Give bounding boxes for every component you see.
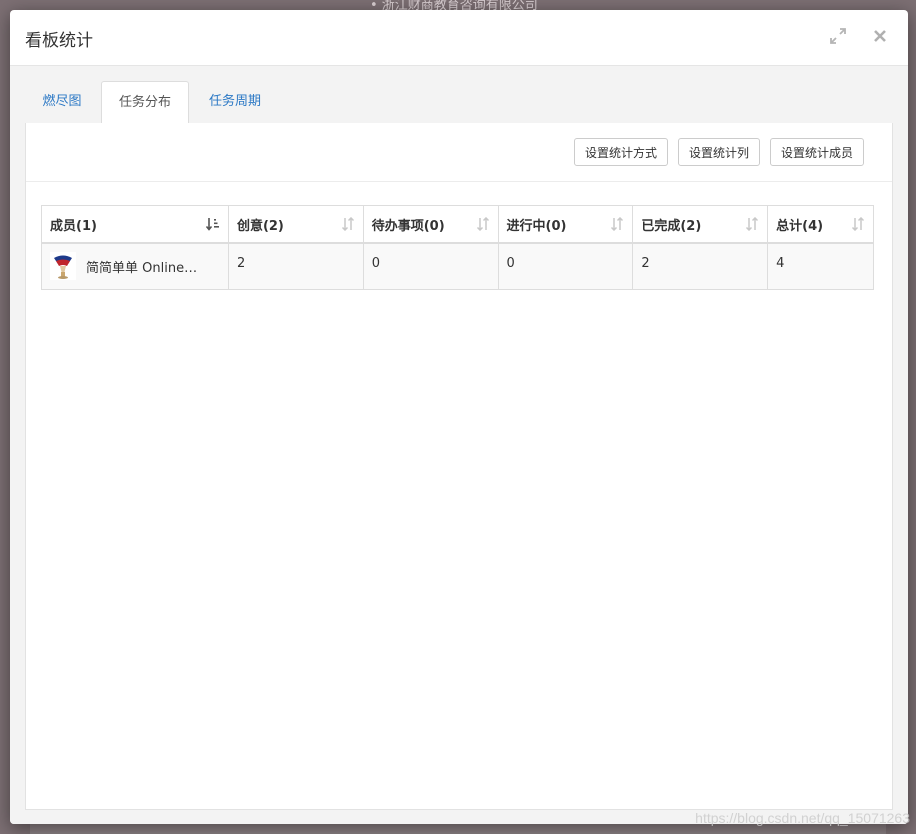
idea-count-cell: 2	[227, 242, 364, 290]
column-header-member[interactable]: 成员(1)	[41, 205, 229, 244]
stats-dialog: 看板统计 燃尽图 任务分布 任务周期 设置统计方式 设置统计列 设置统计成员 成…	[10, 10, 908, 824]
sort-icon[interactable]	[851, 217, 865, 231]
column-header-in-progress[interactable]: 进行中(0)	[497, 205, 634, 244]
sort-icon[interactable]	[476, 217, 490, 231]
column-header-todo[interactable]: 待办事项(0)	[362, 205, 499, 244]
stats-table: 成员(1) 创意(2) 待办事项(0) 进行中(0) 已完成(2) 总计(4) …	[41, 205, 874, 290]
column-header-label: 总计(4)	[776, 218, 824, 234]
dialog-body: 燃尽图 任务分布 任务周期 设置统计方式 设置统计列 设置统计成员 成员(1) …	[10, 66, 908, 824]
sort-icon[interactable]	[745, 217, 759, 231]
column-header-label: 待办事项(0)	[371, 218, 445, 234]
todo-count-cell: 0	[362, 242, 499, 290]
tab-burndown[interactable]: 燃尽图	[25, 81, 99, 122]
set-method-button[interactable]: 设置统计方式	[574, 138, 668, 166]
tab-bar: 燃尽图 任务分布 任务周期	[25, 81, 893, 124]
member-info: 简简单单 Online…	[50, 252, 220, 281]
column-header-label: 成员(1)	[50, 218, 97, 234]
stats-toolbar: 设置统计方式 设置统计列 设置统计成员	[26, 123, 892, 182]
set-members-button[interactable]: 设置统计成员	[770, 138, 864, 166]
column-header-label: 已完成(2)	[641, 218, 702, 234]
sort-icon[interactable]	[610, 217, 624, 231]
tab-panel: 设置统计方式 设置统计列 设置统计成员 成员(1) 创意(2) 待办事项(0) …	[25, 123, 893, 810]
watermark-text: https://blog.csdn.net/qq_15071263	[695, 810, 910, 826]
table-row: 简简单单 Online… 2 0 0 2 4	[41, 242, 874, 290]
table-header-row: 成员(1) 创意(2) 待办事项(0) 进行中(0) 已完成(2) 总计(4)	[41, 205, 874, 244]
avatar	[50, 252, 76, 281]
tab-task-cycle[interactable]: 任务周期	[189, 81, 281, 122]
close-icon[interactable]	[868, 24, 892, 48]
column-header-label: 创意(2)	[236, 218, 284, 234]
column-header-done[interactable]: 已完成(2)	[632, 205, 769, 244]
expand-icon[interactable]	[826, 24, 850, 48]
in-progress-count-cell: 0	[497, 242, 634, 290]
set-columns-button[interactable]: 设置统计列	[678, 138, 760, 166]
sort-icon[interactable]	[341, 217, 355, 231]
column-header-label: 进行中(0)	[506, 218, 567, 234]
member-name: 简简单单 Online…	[86, 260, 198, 276]
total-count-cell: 4	[767, 242, 874, 290]
tab-task-distribution[interactable]: 任务分布	[101, 81, 189, 124]
dialog-title: 看板统计	[25, 31, 93, 51]
member-cell: 简简单单 Online…	[41, 242, 229, 290]
column-header-total[interactable]: 总计(4)	[767, 205, 874, 244]
column-header-idea[interactable]: 创意(2)	[227, 205, 364, 244]
done-count-cell: 2	[632, 242, 769, 290]
sort-desc-icon[interactable]	[205, 217, 220, 231]
dialog-header: 看板统计	[10, 10, 908, 66]
